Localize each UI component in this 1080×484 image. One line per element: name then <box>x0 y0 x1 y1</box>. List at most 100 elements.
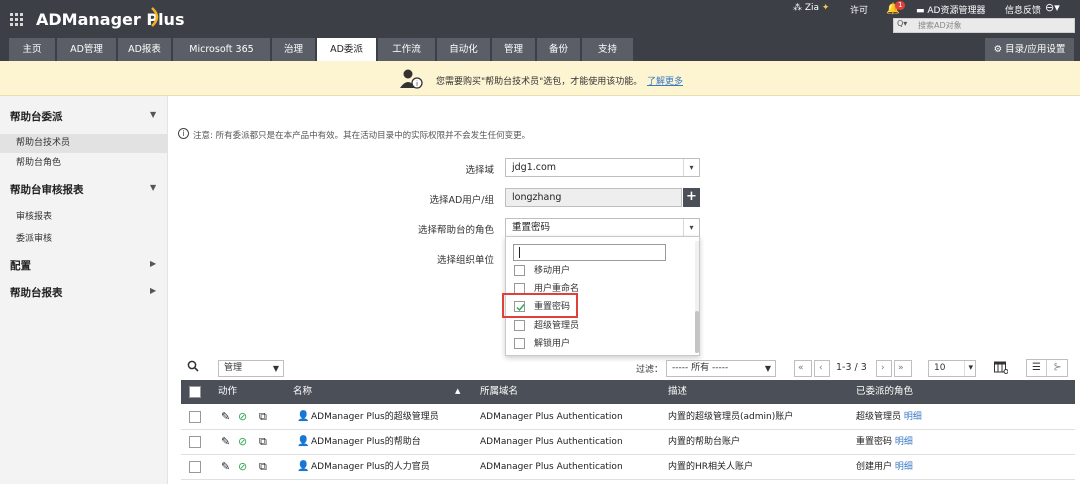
apps-grid-icon[interactable] <box>10 13 24 27</box>
details-link[interactable]: 明细 <box>895 437 913 447</box>
helpdesk-role-label: 选择帮助台的角色 <box>417 225 494 236</box>
add-user-button[interactable]: + <box>683 188 700 207</box>
tab-admin[interactable]: 管理 <box>492 38 536 61</box>
user-icon: 👤 <box>297 411 310 422</box>
view-toggle: ☰ ⊱ <box>1026 359 1068 377</box>
tab-backup[interactable]: 备份 <box>537 38 581 61</box>
next-page-button[interactable]: › <box>876 360 892 377</box>
edit-icon[interactable]: ✎ <box>221 430 230 454</box>
domain-cell: ADManager Plus Authentication <box>480 412 623 422</box>
user-icon: 👤 <box>297 461 310 472</box>
tab-ad-reports[interactable]: AD报表 <box>118 38 172 61</box>
sidebar-item-helpdesk-technician[interactable]: 帮助台技术员 <box>0 134 167 153</box>
role-search-input[interactable] <box>513 244 666 261</box>
tab-ad-management[interactable]: AD管理 <box>57 38 117 61</box>
sidebar-section-helpdesk-delegation[interactable]: 帮助台委派 ▼ <box>10 109 156 124</box>
tree-view-icon[interactable]: ⊱ <box>1048 360 1067 376</box>
manage-select[interactable]: 管理 ▼ <box>218 360 284 377</box>
enable-check-icon[interactable]: ⊘ <box>238 430 247 454</box>
tab-automation[interactable]: 自动化 <box>437 38 491 61</box>
sidebar-section-helpdesk-reports[interactable]: 帮助台报表 ▶ <box>10 285 156 300</box>
row-checkbox[interactable] <box>189 411 201 423</box>
table-row: ✎ ⊘ ⧉ 👤 ADManager Plus的超级管理员 ADManager P… <box>181 405 1075 430</box>
main-nav-tabs: 主页 AD管理 AD报表 Microsoft 365 治理 AD委派 工作流 自… <box>0 38 1080 61</box>
tab-home[interactable]: 主页 <box>9 38 56 61</box>
filter-select[interactable]: ----- 所有 ----- ▼ <box>666 360 776 377</box>
sidebar-section-audit-reports[interactable]: 帮助台审核报表 ▼ <box>10 182 156 197</box>
details-link[interactable]: 明细 <box>904 412 922 422</box>
technician-user-icon: i <box>400 68 424 93</box>
ad-user-group-field[interactable]: longzhang <box>505 188 682 207</box>
learn-more-link[interactable]: 了解更多 <box>647 74 683 87</box>
list-view-icon[interactable]: ☰ <box>1027 360 1047 376</box>
zia-button[interactable]: ⁂ Zia ✦ <box>793 3 829 13</box>
column-header-action: 动作 <box>218 380 238 404</box>
domain-select[interactable]: jdg1.com ▾ <box>505 158 700 177</box>
caret-right-icon: ▶ <box>150 259 157 268</box>
banner-message: 您需要购买"帮助台技术员"选包，才能使用该功能。 <box>436 77 643 87</box>
sidebar-section-configuration[interactable]: 配置 ▶ <box>10 258 156 273</box>
sidebar-item-helpdesk-roles[interactable]: 帮助台角色 <box>0 154 167 173</box>
user-icon: 👤 <box>297 436 310 447</box>
last-page-button[interactable]: » <box>894 360 912 377</box>
domain-cell: ADManager Plus Authentication <box>480 462 623 472</box>
description-cell: 内置的HR相关人账户 <box>668 462 754 472</box>
row-checkbox[interactable] <box>189 436 201 448</box>
ou-label: 选择组织单位 <box>436 255 494 266</box>
helpdesk-role-select[interactable]: 重置密码 ▾ <box>505 218 700 237</box>
pager-text: 1-3 / 3 <box>836 362 867 373</box>
technician-table: 动作 名称 ▲ 所属域名 描述 已委派的角色 ✎ ⊘ ⧉ 👤 ADManager… <box>181 380 1075 484</box>
edit-icon[interactable]: ✎ <box>221 455 230 479</box>
prev-page-button[interactable]: ‹ <box>814 360 830 377</box>
tab-ad-delegation[interactable]: AD委派 <box>317 38 377 61</box>
chevron-down-icon: ▾ <box>683 219 699 236</box>
license-banner: i 您需要购买"帮助台技术员"选包，才能使用该功能。 了解更多 <box>0 61 1080 96</box>
roles-cell: 重置密码 明细 <box>856 437 913 447</box>
sort-ascending-icon[interactable]: ▲ <box>455 387 460 395</box>
search-input[interactable]: 搜索AD对象 <box>918 20 962 31</box>
selected-option-highlight <box>502 293 578 318</box>
enable-check-icon[interactable]: ⊘ <box>238 405 247 429</box>
enable-check-icon[interactable]: ⊘ <box>238 455 247 479</box>
checkbox[interactable] <box>514 320 525 331</box>
tab-governance[interactable]: 治理 <box>272 38 316 61</box>
table-row: ✎ ⊘ ⧉ 👤 ADManager Plus的人力官员 ADManager Pl… <box>181 455 1075 480</box>
license-link[interactable]: 许可 <box>850 3 868 16</box>
table-row: ✎ ⊘ ⧉ 👤 ADManager Plus的帮助台 ADManager Plu… <box>181 430 1075 455</box>
caret-down-icon: ▼ <box>764 364 771 373</box>
column-header-description[interactable]: 描述 <box>668 380 688 404</box>
directory-settings-button[interactable]: ⚙ 目录/应用设置 <box>985 38 1075 61</box>
sidebar-item-audit-reports[interactable]: 审核报表 <box>0 208 167 227</box>
copy-icon[interactable]: ⧉ <box>259 455 267 479</box>
caret-right-icon: ▶ <box>150 286 157 295</box>
checkbox[interactable] <box>514 265 525 276</box>
copy-icon[interactable]: ⧉ <box>259 405 267 429</box>
caret-down-icon: ▼ <box>272 364 279 373</box>
sidebar-item-delegation-audit[interactable]: 委派审核 <box>0 230 167 249</box>
tab-workflow[interactable]: 工作流 <box>378 38 436 61</box>
top-bar: ADManager Plus ⁂ Zia ✦ 许可 🔔 1 ▬ AD资源管理器 … <box>0 0 1080 38</box>
column-header-domain[interactable]: 所属域名 <box>480 380 519 404</box>
first-page-button[interactable]: « <box>794 360 812 377</box>
select-all-checkbox[interactable] <box>189 386 201 398</box>
ad-explorer-link[interactable]: ▬ AD资源管理器 <box>916 3 985 16</box>
column-header-name[interactable]: 名称 <box>293 380 313 404</box>
user-avatar-icon[interactable]: ⊖▾ <box>1045 1 1060 14</box>
tab-support[interactable]: 支持 <box>582 38 634 61</box>
column-header-roles[interactable]: 已委派的角色 <box>856 380 914 404</box>
zia-icon: ⁂ <box>793 3 805 13</box>
dropdown-scrollbar-thumb[interactable] <box>695 311 699 353</box>
copy-icon[interactable]: ⧉ <box>259 430 267 454</box>
details-link[interactable]: 明细 <box>895 462 913 472</box>
checkbox[interactable] <box>514 338 525 349</box>
table-search-icon[interactable] <box>187 360 199 375</box>
search-box[interactable]: Q▾ 搜索AD对象 <box>893 18 1075 33</box>
edit-icon[interactable]: ✎ <box>221 405 230 429</box>
row-checkbox[interactable] <box>189 461 201 473</box>
technician-name: ADManager Plus的人力官员 <box>311 462 430 472</box>
column-chooser-icon[interactable] <box>994 361 1009 377</box>
feedback-link[interactable]: 信息反馈 <box>1005 3 1041 16</box>
app-logo: ADManager Plus <box>36 10 185 29</box>
page-size-select[interactable]: 10 ▾ <box>928 360 976 377</box>
tab-microsoft365[interactable]: Microsoft 365 <box>173 38 271 61</box>
